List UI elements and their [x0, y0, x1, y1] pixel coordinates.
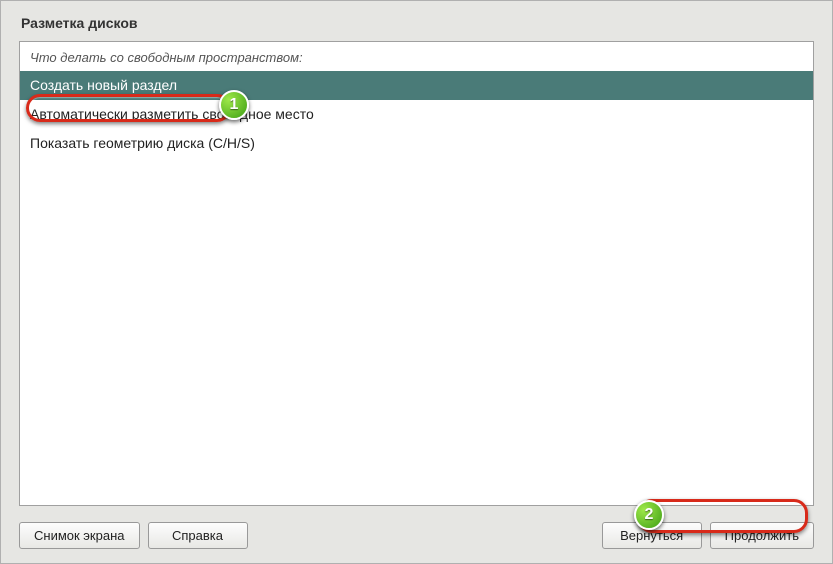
partition-window: Разметка дисков Что делать со свободным …: [0, 0, 833, 564]
back-button[interactable]: Вернуться: [602, 522, 702, 549]
option-show-geometry[interactable]: Показать геометрию диска (C/H/S): [20, 129, 813, 158]
option-create-new-partition[interactable]: Создать новый раздел: [20, 71, 813, 100]
spacer: [256, 522, 594, 549]
prompt-text: Что делать со свободным пространством:: [20, 42, 813, 71]
content-frame: Что делать со свободным пространством: С…: [19, 41, 814, 506]
option-list: Создать новый раздел Автоматически разме…: [20, 71, 813, 505]
help-button[interactable]: Справка: [148, 522, 248, 549]
continue-button[interactable]: Продолжить: [710, 522, 814, 549]
button-bar: Снимок экрана Справка Вернуться Продолжи…: [1, 514, 832, 563]
window-title: Разметка дисков: [1, 1, 832, 41]
screenshot-button[interactable]: Снимок экрана: [19, 522, 140, 549]
option-auto-partition[interactable]: Автоматически разметить свободное место: [20, 100, 813, 129]
